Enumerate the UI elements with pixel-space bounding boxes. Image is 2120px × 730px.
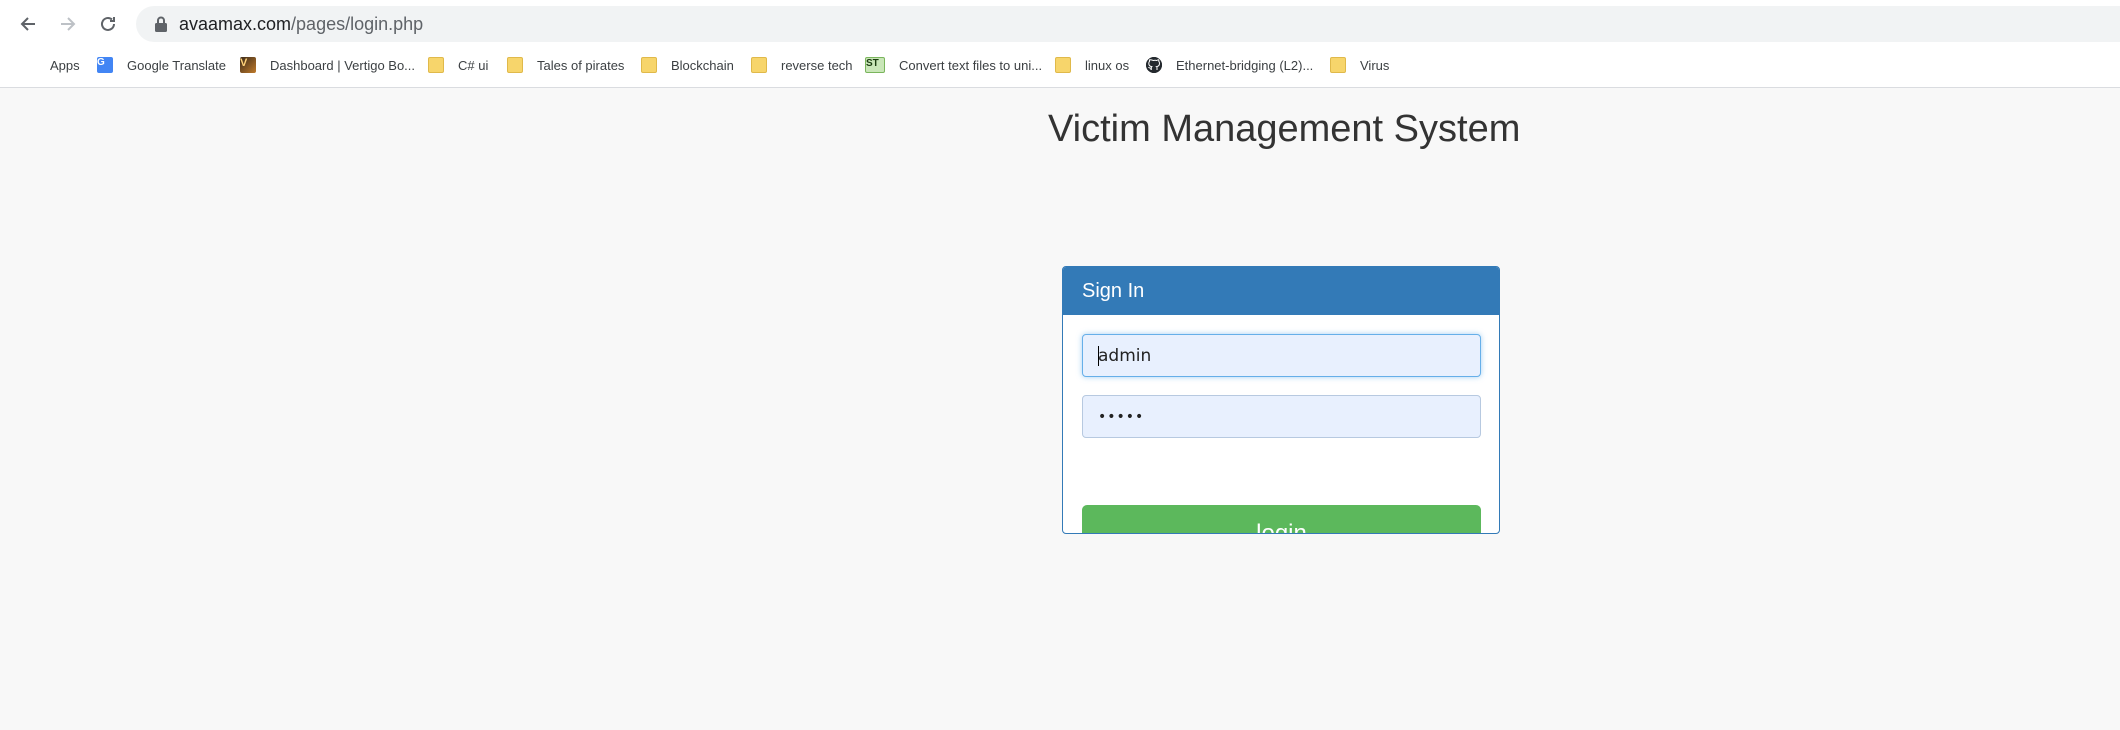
- bookmarks-bar: Apps G Google Translate V Dashboard | Ve…: [0, 50, 2120, 80]
- lock-icon: [155, 16, 167, 32]
- folder-icon: [641, 57, 657, 73]
- bookmark-virus[interactable]: Virus: [1330, 54, 1389, 76]
- password-input[interactable]: •••••: [1082, 395, 1481, 438]
- folder-icon: [1330, 57, 1346, 73]
- bookmark-label: Blockchain: [671, 57, 734, 73]
- forward-icon[interactable]: [53, 9, 83, 39]
- bookmark-label: Apps: [50, 57, 80, 73]
- bookmark-apps[interactable]: Apps: [20, 54, 80, 76]
- bookmark-reverse-tech[interactable]: reverse tech: [751, 54, 853, 76]
- bookmark-label: Tales of pirates: [537, 57, 625, 73]
- bookmark-label: Virus: [1360, 57, 1390, 73]
- folder-icon: [507, 57, 523, 73]
- bookmark-label: Dashboard | Vertigo Bo...: [270, 57, 416, 73]
- address-bar[interactable]: avaamax.com/pages/login.php: [136, 6, 2120, 42]
- apps-grid-icon: [20, 57, 36, 73]
- browser-chrome: avaamax.com/pages/login.php Apps G Googl…: [0, 0, 2120, 88]
- password-value: •••••: [1098, 408, 1145, 425]
- bookmark-label: Convert text files to uni...: [899, 57, 1043, 73]
- bookmark-label: reverse tech: [781, 57, 853, 73]
- back-icon[interactable]: [13, 9, 43, 39]
- url-text: avaamax.com/pages/login.php: [179, 14, 423, 35]
- google-translate-icon: G: [97, 57, 113, 73]
- panel-heading: Sign In: [1063, 267, 1499, 315]
- bookmark-blockchain[interactable]: Blockchain: [641, 54, 734, 76]
- github-icon: [1146, 57, 1162, 73]
- bookmark-linux-os[interactable]: linux os: [1055, 54, 1129, 76]
- bookmark-ethernet-bridging[interactable]: Ethernet-bridging (L2)...: [1146, 54, 1313, 76]
- bookmark-dashboard-vertigo[interactable]: V Dashboard | Vertigo Bo...: [240, 54, 415, 76]
- reload-icon[interactable]: [93, 9, 123, 39]
- username-value: admin: [1098, 345, 1152, 366]
- bookmark-label: C# ui: [458, 57, 489, 73]
- url-domain: avaamax.com: [179, 14, 292, 34]
- login-button[interactable]: login: [1082, 505, 1481, 533]
- st-icon: ST: [865, 57, 885, 73]
- bookmark-tales-of-pirates[interactable]: Tales of pirates: [507, 54, 624, 76]
- bookmark-label: Google Translate: [127, 57, 227, 73]
- username-input[interactable]: admin: [1082, 334, 1481, 377]
- folder-icon: [751, 57, 767, 73]
- bookmark-google-translate[interactable]: G Google Translate: [97, 54, 226, 76]
- page-title: Victim Management System: [1048, 108, 1521, 150]
- bookmark-label: Ethernet-bridging (L2)...: [1176, 57, 1314, 73]
- folder-icon: [428, 57, 444, 73]
- vertigo-icon: V: [240, 57, 256, 73]
- bookmark-label: linux os: [1085, 57, 1130, 73]
- bookmark-convert-text-files[interactable]: ST Convert text files to uni...: [865, 54, 1042, 76]
- folder-icon: [1055, 57, 1071, 73]
- url-path: /pages/login.php: [291, 14, 424, 34]
- bookmark-csharp-ui[interactable]: C# ui: [428, 54, 488, 76]
